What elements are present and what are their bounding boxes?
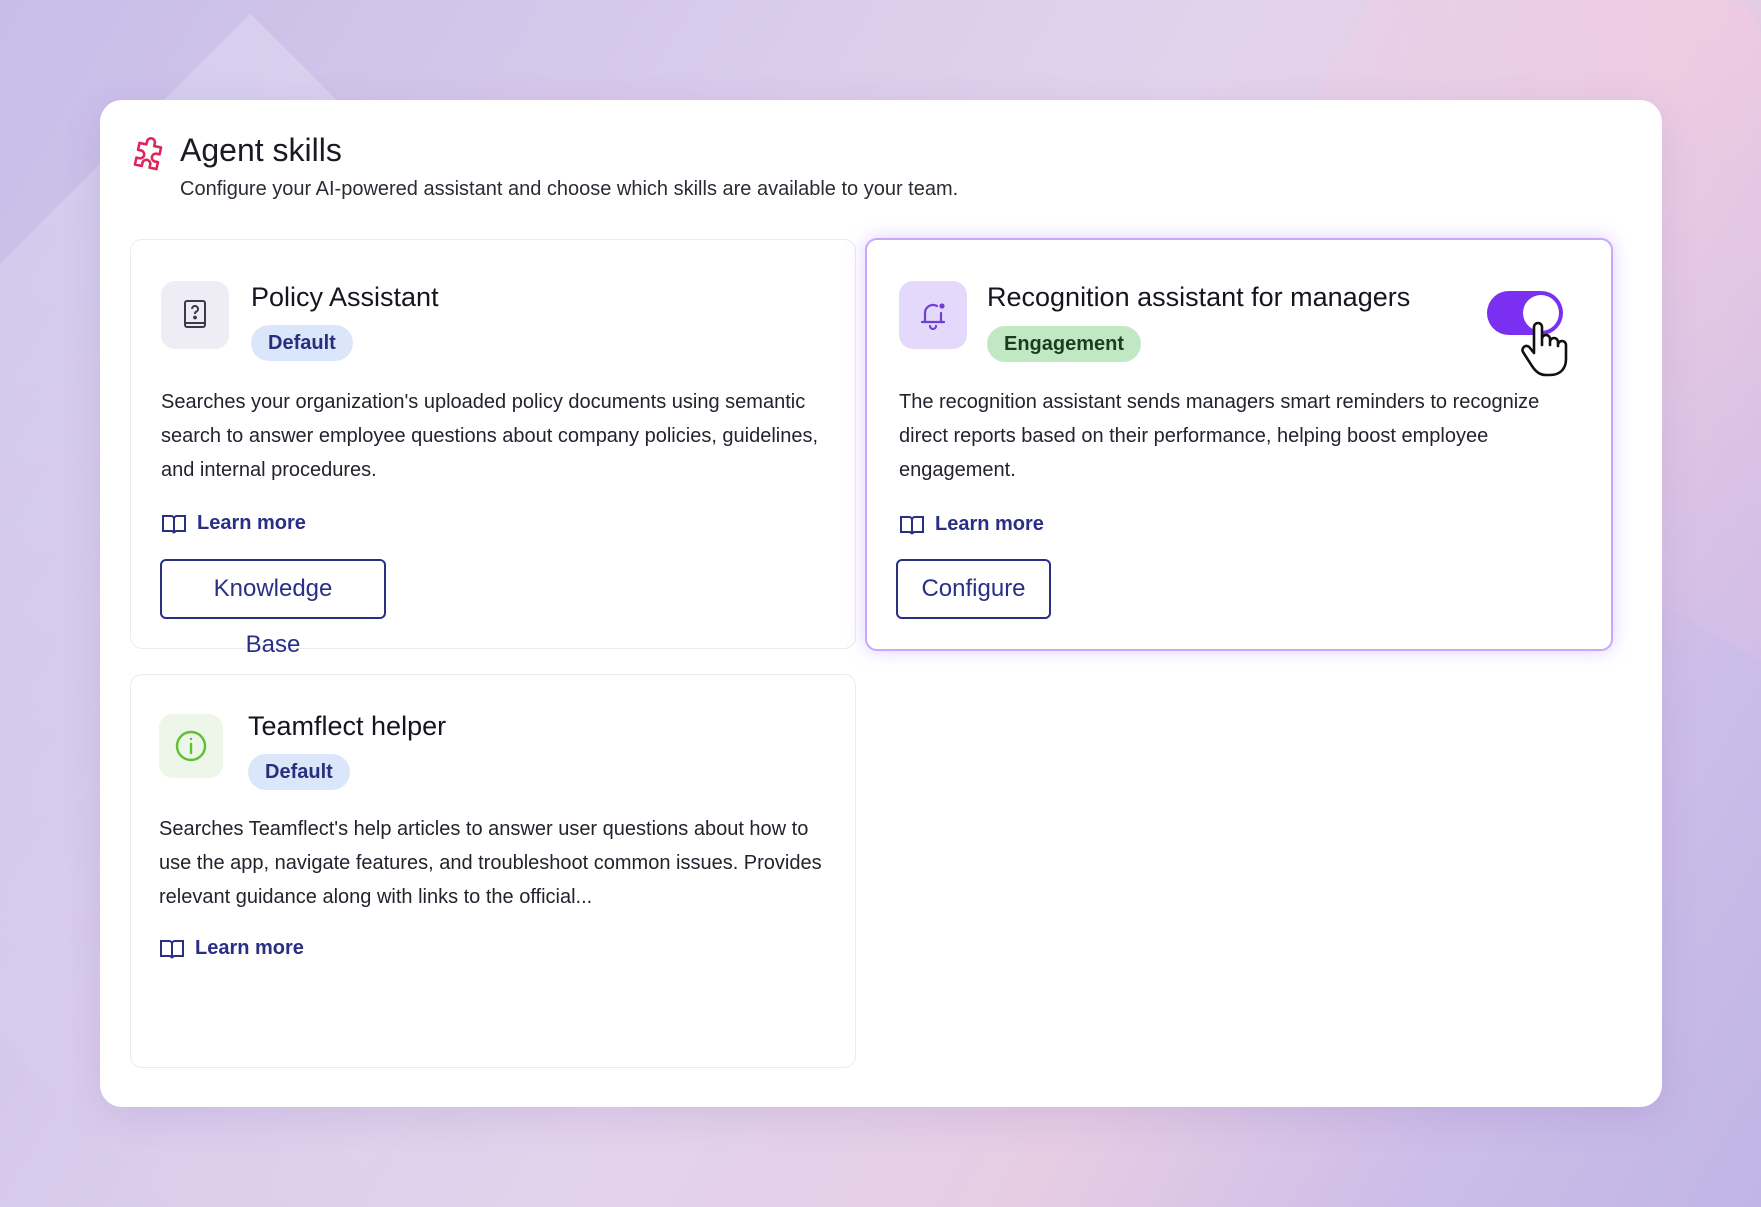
card-title: Teamflect helper [248, 711, 447, 741]
card-title: Recognition assistant for managers [987, 282, 1411, 312]
default-badge: Default [248, 754, 350, 790]
card-description: Searches Teamflect's help articles to an… [159, 818, 822, 908]
book-icon [900, 515, 924, 534]
card-description: Searches your organization's uploaded po… [161, 391, 819, 481]
skill-card-policy-assistant: Policy Assistant Default Searches your o… [130, 239, 856, 658]
agent-skills-panel: Agent skills Configure your AI-powered a… [100, 100, 1662, 1107]
policy-document-icon [184, 300, 206, 328]
page-subtitle: Configure your AI-powered assistant and … [180, 178, 959, 200]
learn-more-link[interactable]: Learn more [899, 513, 1044, 536]
book-icon [160, 939, 184, 958]
learn-more-label: Learn more [197, 512, 306, 534]
page-title: Agent skills [180, 132, 342, 168]
puzzle-icon [133, 137, 163, 171]
learn-more-link[interactable]: Learn more [159, 937, 304, 960]
page-header: Agent skills Configure your AI-powered a… [128, 130, 958, 202]
skill-card-teamflect-helper: Teamflect helper Default Searches Teamfl… [130, 674, 856, 1068]
card-icon-container [161, 281, 229, 349]
book-icon [162, 514, 186, 533]
hand-pointer-cursor-icon [1521, 321, 1568, 377]
learn-more-link[interactable]: Learn more [161, 512, 306, 535]
learn-more-label: Learn more [195, 937, 304, 959]
engagement-badge: Engagement [987, 326, 1142, 362]
info-icon [175, 730, 207, 762]
card-description: The recognition assistant sends managers… [899, 391, 1540, 481]
default-badge: Default [251, 325, 353, 361]
card-icon-container [899, 281, 967, 349]
learn-more-label: Learn more [935, 513, 1044, 535]
card-title: Policy Assistant [251, 282, 439, 312]
configure-button[interactable]: Configure [896, 559, 1051, 619]
bell-icon [920, 303, 946, 331]
skill-card-recognition-assistant: Recognition assistant for managers Engag… [865, 238, 1613, 651]
card-icon-container [159, 714, 223, 778]
knowledge-base-button[interactable]: Knowledge Base [160, 559, 386, 658]
